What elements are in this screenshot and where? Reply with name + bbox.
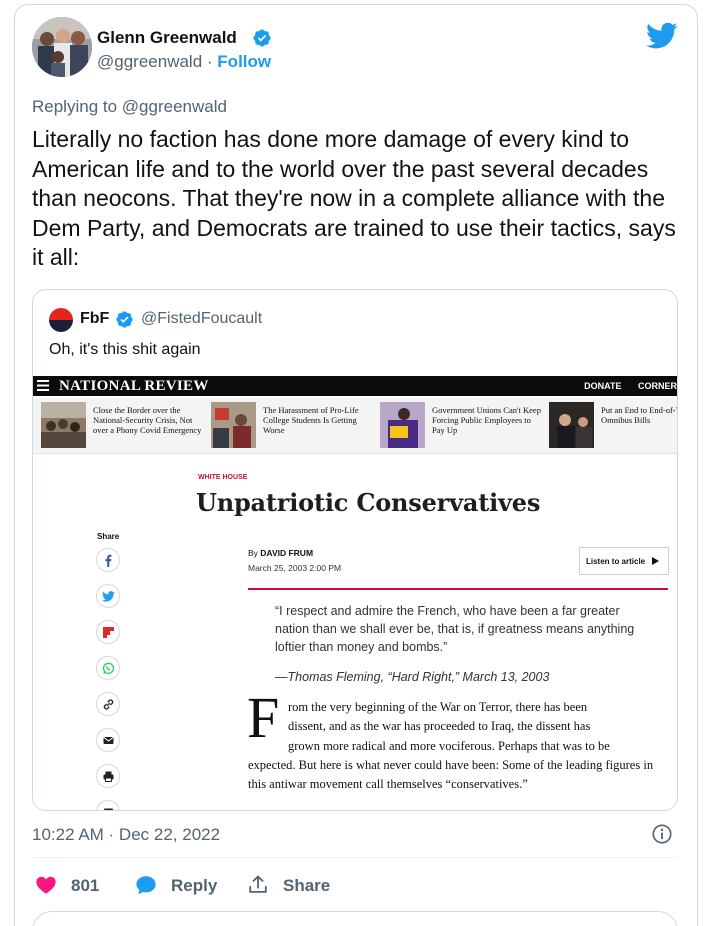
strip-item: The Harassment of Pro-Life College Stude… bbox=[211, 402, 379, 448]
quote-tweet[interactable]: FbF @FistedFoucault Oh, it's this shit a… bbox=[32, 289, 678, 811]
strip-title: Government Unions Can't Keep Forcing Pub… bbox=[432, 405, 541, 435]
replying-prefix: Replying to bbox=[32, 97, 118, 116]
listen-to-article-button: Listen to article bbox=[579, 547, 669, 575]
heart-icon bbox=[36, 876, 56, 894]
link-icon bbox=[103, 699, 114, 710]
article-date: March 25, 2003 2:00 PM bbox=[248, 563, 342, 573]
share-facebook-button bbox=[96, 548, 120, 572]
listen-label: Listen to article bbox=[586, 557, 646, 566]
author-avatar[interactable] bbox=[32, 17, 92, 77]
epigraph-attribution: —Thomas Fleming, “Hard Right,” March 13,… bbox=[275, 670, 550, 684]
strip-thumbnail bbox=[211, 402, 256, 448]
hamburger-menu-icon bbox=[37, 380, 49, 391]
email-icon bbox=[103, 737, 114, 744]
article-author: DAVID FRUM bbox=[260, 548, 314, 558]
quote-author-handle[interactable]: @FistedFoucault bbox=[141, 310, 262, 328]
quote-author-avatar[interactable] bbox=[49, 308, 73, 332]
article-title: Unpatriotic Conservatives bbox=[196, 488, 541, 517]
quote-text: Oh, it's this shit again bbox=[49, 341, 201, 358]
share-print-button bbox=[96, 764, 120, 788]
nr-top-bar: NATIONAL REVIEW DONATE CORNER bbox=[33, 376, 677, 396]
follow-button[interactable]: Follow bbox=[217, 52, 271, 71]
separator: · bbox=[206, 52, 213, 71]
quote-author-name[interactable]: FbF bbox=[80, 310, 109, 328]
reply-bubble-icon bbox=[136, 876, 156, 895]
read-more-bar[interactable] bbox=[32, 911, 678, 926]
strip-thumbnail bbox=[41, 402, 86, 448]
twitter-bird-icon[interactable] bbox=[646, 22, 678, 50]
share-email-button bbox=[96, 728, 120, 752]
verified-badge-icon bbox=[116, 311, 133, 328]
verified-badge-icon bbox=[253, 29, 271, 47]
print-icon bbox=[103, 771, 114, 782]
article-screenshot[interactable]: NATIONAL REVIEW DONATE CORNER Close the … bbox=[33, 376, 677, 810]
tweet-text: Literally no faction has done more damag… bbox=[32, 126, 676, 270]
nr-nav-corner: CORNER bbox=[637, 381, 677, 391]
strip-item: Close the Border over the National-Secur… bbox=[41, 402, 209, 448]
flipboard-icon bbox=[103, 627, 114, 638]
strip-thumbnail bbox=[380, 402, 425, 448]
whatsapp-icon bbox=[102, 662, 115, 675]
article-byline: By DAVID FRUM bbox=[248, 548, 313, 558]
article-body: rom the very beginning of the War on Ter… bbox=[248, 698, 663, 794]
share-flipboard-button bbox=[96, 620, 120, 644]
share-link-button bbox=[96, 692, 120, 716]
article-divider bbox=[248, 588, 668, 590]
play-icon bbox=[652, 557, 660, 565]
replying-mention-link[interactable]: @ggreenwald bbox=[122, 97, 227, 116]
share-comment-button bbox=[96, 800, 120, 810]
author-name[interactable]: Glenn Greenwald bbox=[97, 28, 237, 48]
strip-title: The Harassment of Pro-Life College Stude… bbox=[263, 405, 359, 435]
strip-title: Close the Border over the National-Secur… bbox=[93, 405, 202, 435]
article-epigraph: “I respect and admire the French, who ha… bbox=[275, 604, 635, 654]
byline-prefix: By bbox=[248, 548, 258, 558]
body-line: rom the very beginning of the War on Ter… bbox=[288, 700, 588, 714]
nr-related-strip: Close the Border over the National-Secur… bbox=[33, 398, 677, 454]
body-line: grown more radical and more vociferous. … bbox=[288, 738, 610, 753]
share-label: Share bbox=[97, 532, 120, 541]
body-line: expected. But here is what never could h… bbox=[248, 757, 654, 792]
info-icon[interactable] bbox=[651, 823, 673, 845]
nr-nav-donate: DONATE bbox=[584, 381, 622, 391]
author-handle-line: @ggreenwald · Follow bbox=[97, 52, 271, 72]
comment-icon bbox=[104, 808, 113, 810]
footer-divider bbox=[32, 857, 678, 858]
article-kicker: WHITE HOUSE bbox=[198, 474, 248, 481]
twitter-icon bbox=[102, 591, 115, 602]
strip-item: Put an End to End-of-Year Omnibus Bills bbox=[549, 402, 677, 448]
author-handle[interactable]: @ggreenwald bbox=[97, 52, 202, 71]
share-twitter-button bbox=[96, 584, 120, 608]
replying-to: Replying to @ggreenwald bbox=[32, 97, 227, 117]
body-line: dissent, and as the war has proceeded to… bbox=[288, 719, 591, 734]
reply-label: Reply bbox=[171, 876, 218, 895]
share-whatsapp-button bbox=[96, 656, 120, 680]
strip-thumbnail bbox=[549, 402, 594, 448]
nr-nav-links: DONATE CORNER bbox=[570, 381, 677, 391]
share-label: Share bbox=[283, 876, 331, 895]
like-count: 801 bbox=[71, 876, 100, 895]
share-upload-icon bbox=[249, 875, 267, 893]
facebook-icon bbox=[105, 554, 112, 567]
tweet-timestamp[interactable]: 10:22 AM · Dec 22, 2022 bbox=[32, 825, 220, 845]
nr-brand: NATIONAL REVIEW bbox=[59, 378, 209, 394]
strip-title: Put an End to End-of-Year Omnibus Bills bbox=[601, 405, 677, 425]
strip-item: Government Unions Can't Keep Forcing Pub… bbox=[380, 402, 548, 448]
